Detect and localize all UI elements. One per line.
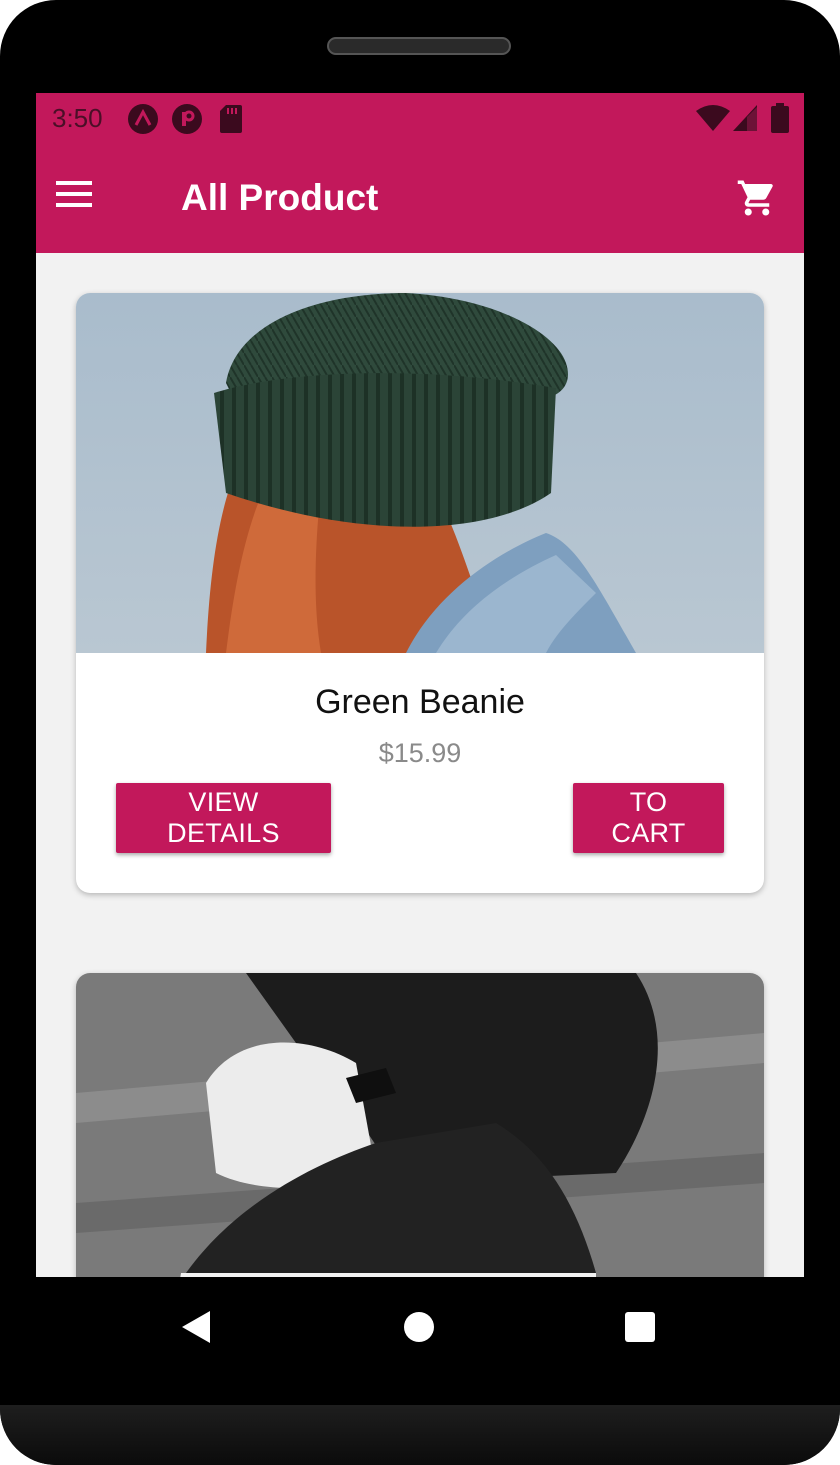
menu-icon[interactable]	[56, 181, 92, 214]
page-title: All Product	[181, 177, 379, 218]
view-details-button[interactable]: VIEW DETAILS	[116, 783, 331, 853]
battery-icon	[771, 103, 789, 133]
earpiece-speaker	[327, 37, 511, 55]
product-card: Green Beanie $15.99 VIEW DETAILS TO CART	[76, 293, 764, 893]
wifi-icon	[696, 105, 730, 131]
product-image	[76, 973, 764, 1277]
recents-icon[interactable]	[625, 1312, 655, 1342]
product-price: $15.99	[378, 738, 462, 768]
shopping-cart-icon[interactable]	[736, 177, 778, 219]
product-name: Green Beanie	[315, 683, 525, 721]
home-icon[interactable]	[404, 1312, 434, 1342]
notification-p-icon	[172, 104, 202, 134]
sd-card-icon	[220, 105, 242, 133]
status-bar: 3:50	[36, 93, 804, 143]
status-time: 3:50	[52, 103, 103, 133]
product-image	[76, 293, 764, 653]
device-frame: 3:50 All Product Green Beanie $15.99 VIE…	[0, 0, 840, 1465]
app-bar: All Product	[36, 143, 804, 253]
signal-icon	[733, 105, 757, 131]
system-nav-bar	[36, 1277, 804, 1377]
device-bottom-bezel	[0, 1405, 840, 1465]
notification-a-icon	[128, 104, 158, 134]
add-to-cart-button[interactable]: TO CART	[573, 783, 724, 853]
product-card	[76, 973, 764, 1277]
back-icon[interactable]	[182, 1311, 212, 1343]
phone-screen: 3:50 All Product Green Beanie $15.99 VIE…	[36, 93, 804, 1277]
